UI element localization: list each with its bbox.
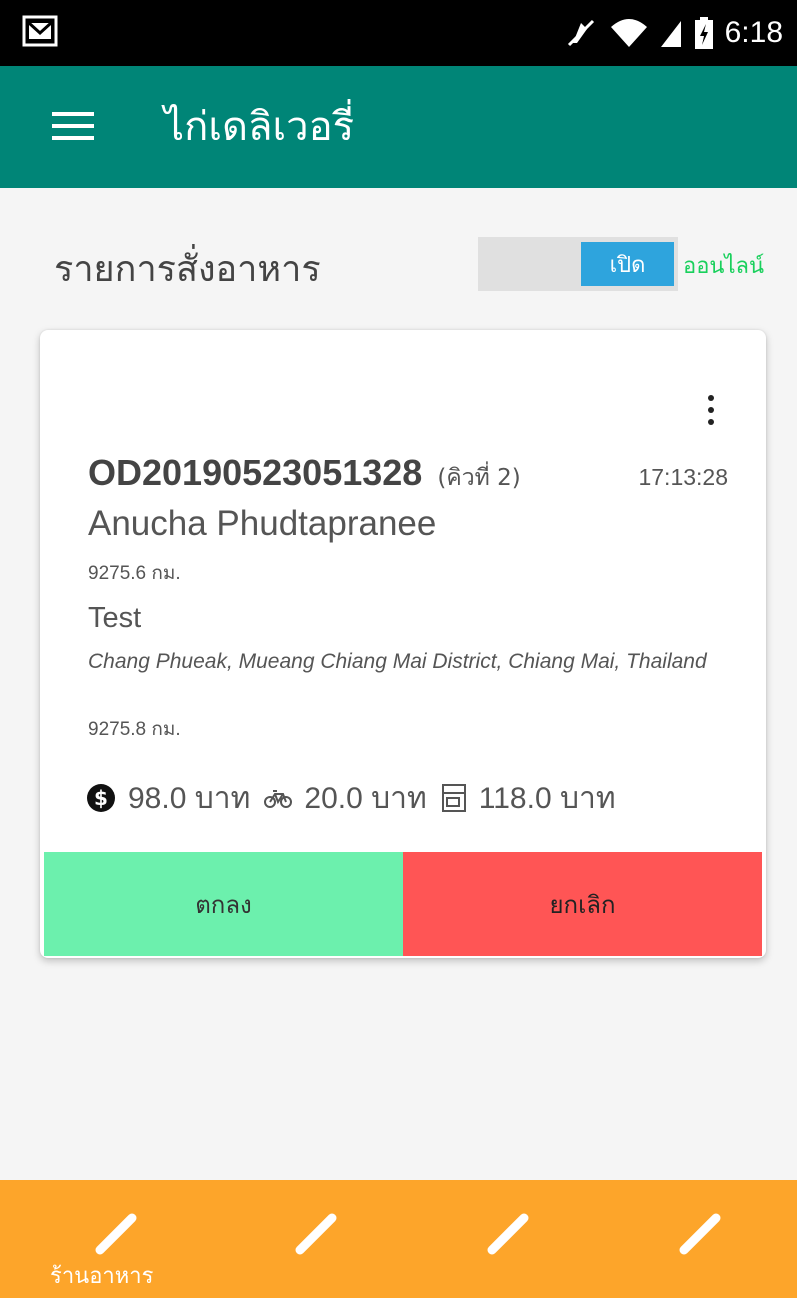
delivery-fee: 20.0 บาท xyxy=(304,781,427,815)
online-toggle-thumb[interactable]: เปิด xyxy=(581,242,674,286)
app-title: ไก่เดลิเวอรี่ xyxy=(164,104,355,150)
online-status-label: ออนไลน์ xyxy=(683,254,765,279)
app-toolbar: ไก่เดลิเวอรี่ xyxy=(0,66,797,188)
nav-item-restaurants[interactable]: ร้านอาหาร xyxy=(50,1180,190,1298)
nav-item-2[interactable] xyxy=(250,1180,390,1298)
customer-distance: 9275.6 กม. xyxy=(88,563,181,584)
price-summary: $ 98.0 บาท 20.0 บาท 118.0 บาท xyxy=(86,778,630,818)
nav-label-restaurants: ร้านอาหาร xyxy=(50,1264,154,1289)
wifi-icon xyxy=(610,19,647,47)
mute-icon xyxy=(567,19,594,47)
hamburger-menu-icon[interactable] xyxy=(52,112,94,144)
battery-charging-icon xyxy=(694,17,713,49)
pencil-icon xyxy=(487,1213,529,1255)
customer-name: Anucha Phudtapranee xyxy=(88,504,437,543)
svg-text:$: $ xyxy=(94,786,108,810)
app-screen: 6:18 ไก่เดลิเวอรี่ รายการสั่งอาหาร เปิด … xyxy=(0,0,797,1298)
food-price: 98.0 บาท xyxy=(128,781,251,815)
pencil-icon xyxy=(679,1213,721,1255)
signal-icon xyxy=(660,21,681,47)
bicycle-icon xyxy=(264,786,293,810)
queue-number: (คิวที่ 2) xyxy=(437,465,521,491)
nav-item-4[interactable] xyxy=(634,1180,774,1298)
pencil-icon xyxy=(295,1213,337,1255)
dollar-icon: $ xyxy=(86,783,116,813)
more-options-icon[interactable] xyxy=(696,390,726,436)
pencil-icon xyxy=(95,1213,137,1255)
shop-distance: 9275.8 กม. xyxy=(88,719,181,740)
nav-item-3[interactable] xyxy=(442,1180,582,1298)
clock: 6:18 xyxy=(724,16,783,49)
status-bar: 6:18 xyxy=(0,0,797,66)
page-title: รายการสั่งอาหาร xyxy=(54,249,321,290)
order-id: OD20190523051328 xyxy=(88,452,423,493)
total-price: 118.0 บาท xyxy=(478,781,616,815)
bottom-navigation: ร้านอาหาร xyxy=(0,1180,797,1298)
cancel-button[interactable]: ยกเลิก xyxy=(403,852,762,956)
shop-address: Chang Phueak, Mueang Chiang Mai District… xyxy=(88,650,707,673)
order-header: OD20190523051328 (คิวที่ 2) 17:13:28 xyxy=(88,452,728,496)
order-card: OD20190523051328 (คิวที่ 2) 17:13:28 Anu… xyxy=(40,330,766,958)
shop-name: Test xyxy=(88,602,142,634)
status-icons: 6:18 xyxy=(563,10,783,56)
gmail-icon xyxy=(22,15,58,47)
receipt-icon xyxy=(441,783,467,813)
order-time: 17:13:28 xyxy=(638,464,728,490)
accept-button[interactable]: ตกลง xyxy=(44,852,403,956)
